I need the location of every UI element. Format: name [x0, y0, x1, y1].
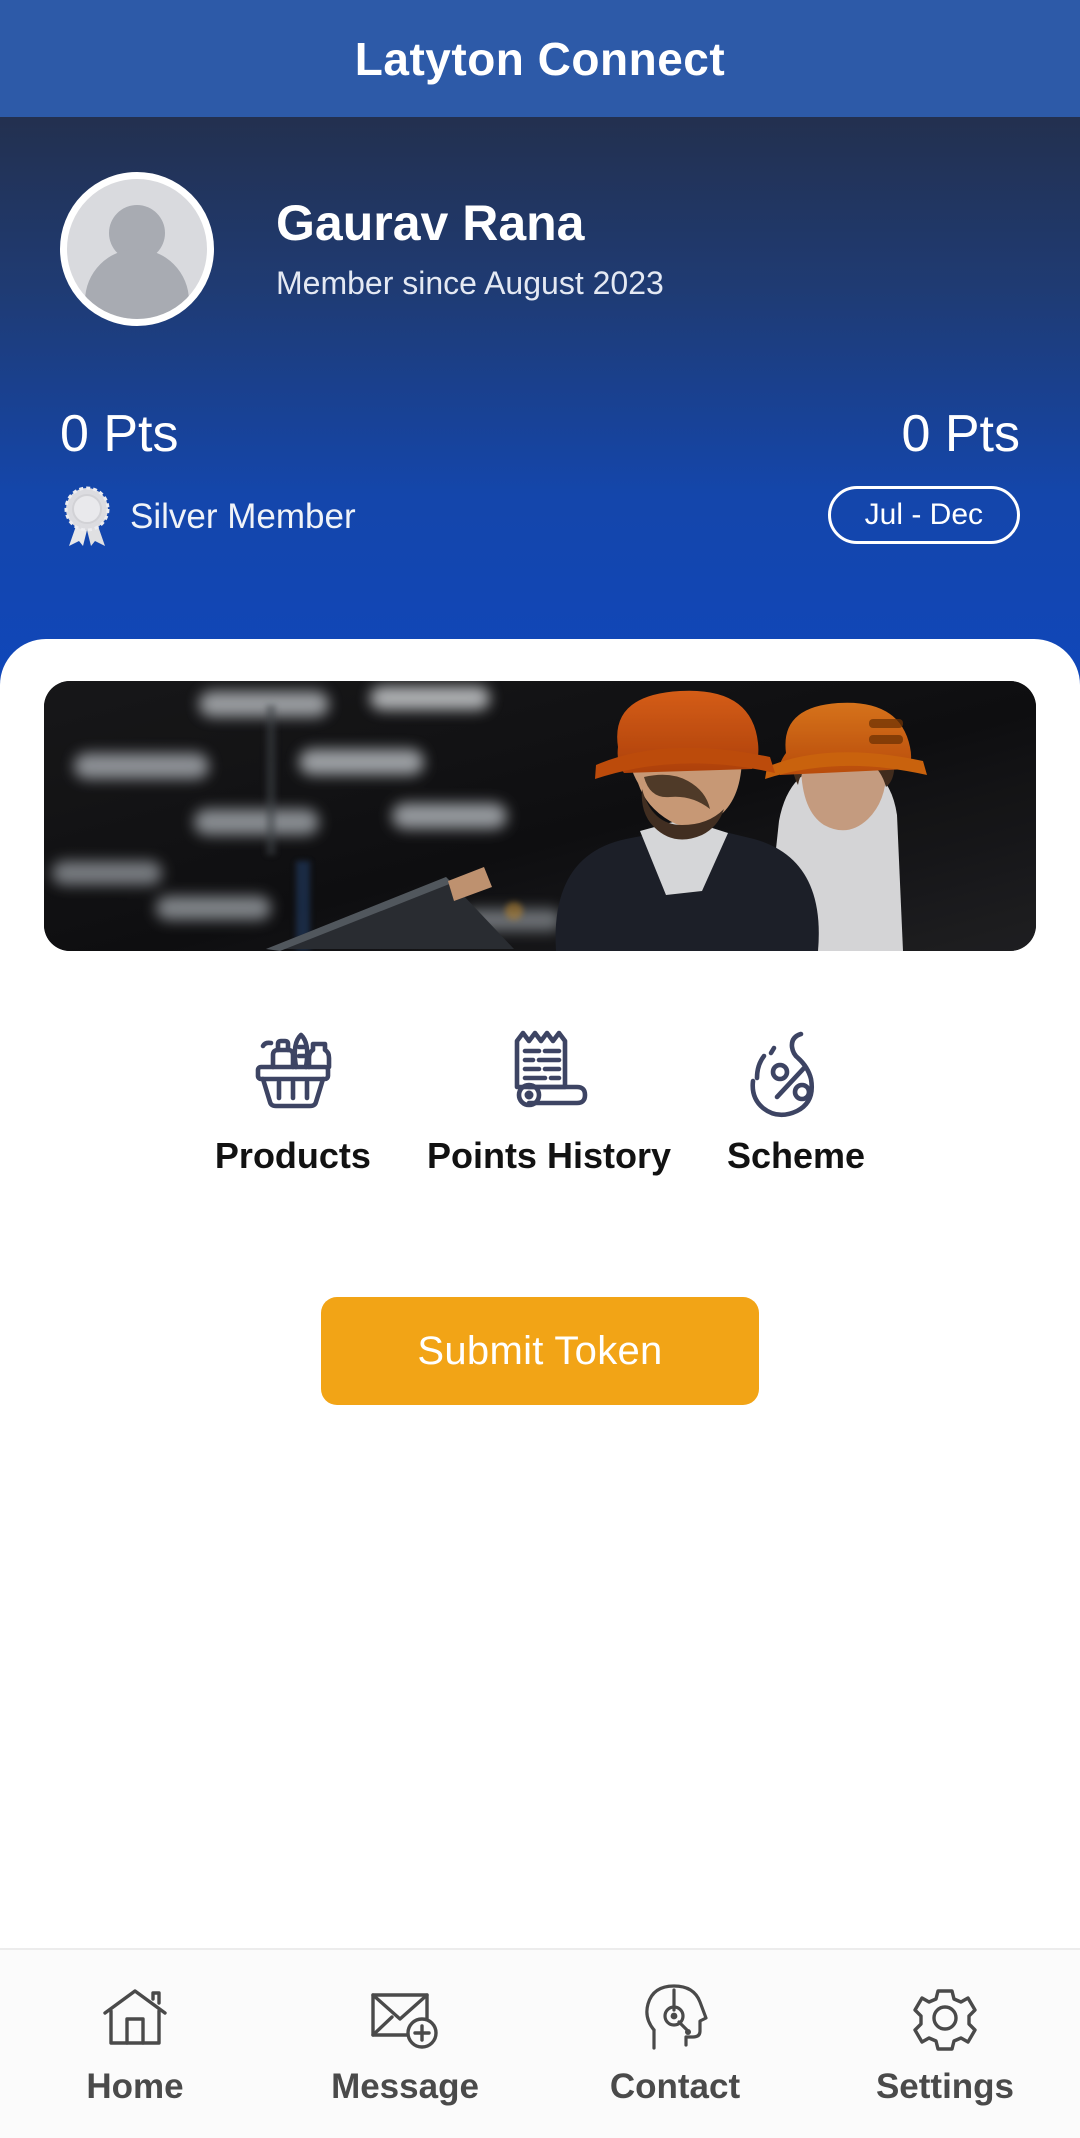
- points-lifetime-value: 0 Pts: [60, 405, 179, 463]
- profile-hero: Gaurav Rana Member since August 2023 0 P…: [0, 117, 1080, 727]
- silver-medal-icon: [60, 486, 114, 548]
- points-period-value: 0 Pts: [901, 405, 1021, 463]
- action-points-history-label: Points History: [426, 1135, 671, 1176]
- nav-item-contact-label: Contact: [609, 2067, 741, 2106]
- avatar-body-shape: [85, 249, 189, 319]
- quick-actions-row: Products Points History Scheme: [44, 1013, 1036, 1177]
- action-products-label: Products: [214, 1135, 371, 1176]
- action-scheme-label: Scheme: [727, 1135, 866, 1176]
- home-icon: [99, 1981, 171, 2055]
- points-summary-row: 0 Pts Silver Member 0 Pts Jul - Dec: [60, 408, 1020, 548]
- app-title-bar: Latyton Connect: [0, 0, 1080, 117]
- nav-item-home[interactable]: Home: [0, 1981, 270, 2107]
- nav-item-message[interactable]: Message: [270, 1981, 540, 2107]
- points-lifetime-block: 0 Pts Silver Member: [60, 408, 356, 548]
- period-selector-chip[interactable]: Jul - Dec: [827, 486, 1020, 544]
- submit-token-button[interactable]: Submit Token: [321, 1297, 759, 1405]
- flame-percent-icon: [744, 1013, 848, 1121]
- tier-label: Silver Member: [130, 497, 356, 536]
- app-root: Latyton Connect Gaurav Rana Member since…: [0, 0, 1080, 2138]
- action-products[interactable]: Products: [215, 1013, 371, 1177]
- profile-member-since: Member since August 2023: [276, 265, 664, 301]
- app-title: Latyton Connect: [354, 32, 726, 85]
- submit-token-row: Submit Token: [44, 1297, 1036, 1405]
- nav-item-settings[interactable]: Settings: [810, 1981, 1080, 2107]
- headset-support-icon: [640, 1981, 710, 2055]
- bottom-navigation-bar: Home Message Contact Settings: [0, 1948, 1080, 2138]
- nav-item-message-label: Message: [331, 2067, 479, 2106]
- action-points-history[interactable]: Points History: [427, 1013, 671, 1177]
- content-card: Products Points History Scheme Submit To…: [0, 639, 1080, 2138]
- nav-item-home-label: Home: [86, 2067, 184, 2106]
- nav-item-settings-label: Settings: [875, 2067, 1015, 2106]
- gear-icon: [911, 1981, 979, 2055]
- receipt-scroll-icon: [497, 1013, 601, 1121]
- promo-banner[interactable]: [44, 681, 1036, 951]
- action-scheme[interactable]: Scheme: [727, 1013, 865, 1177]
- points-period-block: 0 Pts Jul - Dec: [827, 405, 1021, 544]
- shopping-basket-icon: [241, 1013, 345, 1121]
- envelope-plus-icon: [367, 1981, 443, 2055]
- profile-row: Gaurav Rana Member since August 2023: [60, 117, 1020, 326]
- nav-item-contact[interactable]: Contact: [540, 1981, 810, 2107]
- tier-row: Silver Member: [60, 486, 356, 548]
- avatar[interactable]: [60, 172, 214, 326]
- profile-name: Gaurav Rana: [276, 195, 585, 251]
- profile-text: Gaurav Rana Member since August 2023: [276, 196, 664, 302]
